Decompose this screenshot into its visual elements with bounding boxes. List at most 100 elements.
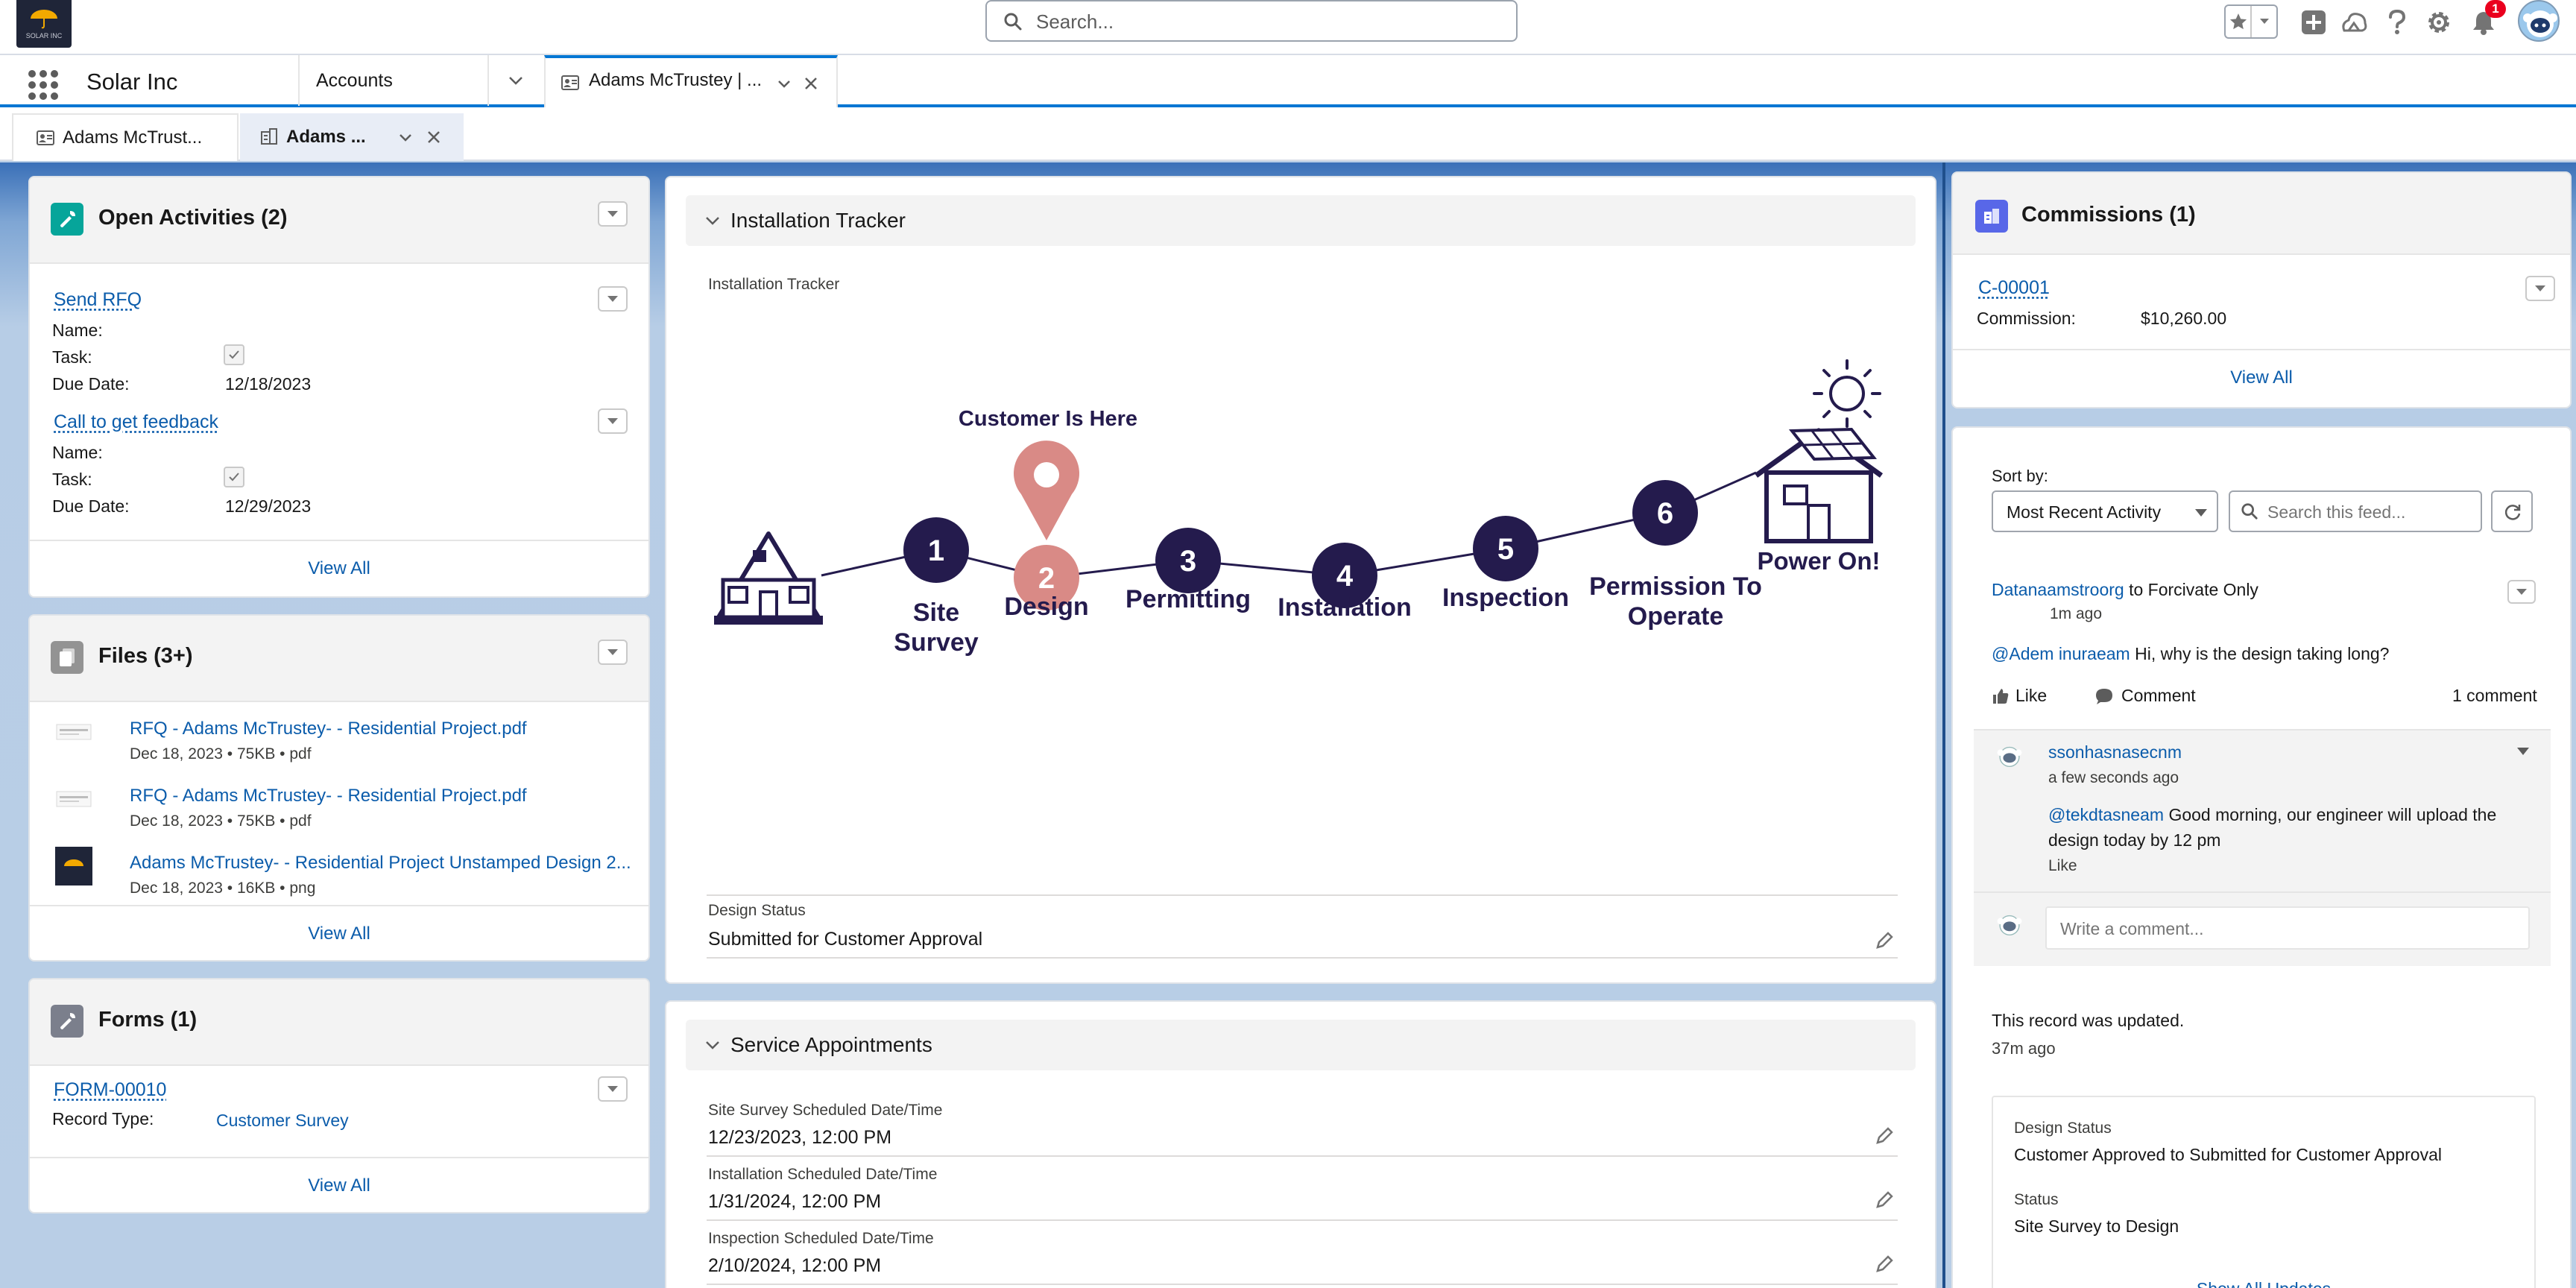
like-button[interactable]: Like [1992,686,2047,706]
comment-timestamp: a few seconds ago [2048,769,2179,786]
comment-thread: ssonhasnasecnm a few seconds ago @tekdta… [1974,729,2551,966]
comment-author-link[interactable]: ssonhasnasecnm [2048,742,2182,763]
person-account-icon [561,75,579,90]
pin-shape [1014,441,1079,540]
feed-search-input[interactable] [2267,501,2476,523]
inspection-datetime-value: 2/10/2024, 12:00 PM [708,1255,882,1276]
post-visibility: to Forcivate Only [2129,580,2258,599]
file-row[interactable]: Adams McTrustey- - Residential Project U… [31,842,647,909]
files-view-all[interactable]: View All [30,905,648,960]
design-status-value: Submitted for Customer Approval [708,929,983,950]
file-name-link[interactable]: Adams McTrustey- - Residential Project U… [130,853,631,874]
update-field-value: Site Survey to Design [2014,1216,2179,1236]
post-mention-link[interactable]: @Adem inuraeam [1992,644,2130,663]
commission-record-link[interactable]: C-00001 [1978,277,2050,299]
post-actions-dropdown[interactable] [2507,580,2536,604]
field-label: Record Type: [52,1109,154,1128]
activity-actions-dropdown[interactable] [598,408,628,434]
field-label: Task: [52,470,92,489]
sort-by-dropdown[interactable]: Most Recent Activity [1992,490,2218,532]
write-comment-box[interactable] [2045,906,2530,950]
card-actions-dropdown[interactable] [598,640,628,665]
post-author-link[interactable]: Datanaamstroorg [1992,580,2124,599]
update-field-label: Design Status [2014,1120,2112,1137]
tracker-step-6-label: Permission To [1589,572,1762,601]
field-label: Installation Scheduled Date/Time [708,1166,938,1183]
file-name-link[interactable]: RFQ - Adams McTrustey- - Residential Pro… [130,719,527,739]
tab-chevron-down-icon[interactable] [775,75,793,92]
comment-button[interactable]: Comment [2094,686,2196,706]
subtab-project[interactable]: Adams ... [240,113,464,161]
search-icon [1004,13,1022,31]
app-launcher-icon[interactable] [25,67,58,100]
trailhead-button[interactable] [2337,6,2370,39]
edit-pencil-icon[interactable] [1874,1254,1895,1275]
record-type-value[interactable]: Customer Survey [216,1111,349,1131]
installation-tracker-graphic: 1 SiteSurvey 2Design 3 Permitting 4Installati… [714,359,1884,657]
activity-link-call-feedback[interactable]: Call to get feedback [54,411,218,433]
commissions-view-all[interactable]: View All [1953,349,2570,405]
tab-close-icon[interactable] [804,76,818,91]
accounts-chevron-down-icon[interactable] [504,69,528,92]
card-title: Forms (1) [98,1008,198,1032]
help-button[interactable] [2381,6,2414,39]
file-row[interactable]: RFQ - Adams McTrustey- - Residential Pro… [31,708,647,775]
file-name-link[interactable]: RFQ - Adams McTrustey- - Residential Pro… [130,786,527,806]
setup-button[interactable] [2422,6,2455,39]
app-name: Solar Inc [86,69,178,95]
form-actions-dropdown[interactable] [598,1076,628,1102]
comment-count[interactable]: 1 comment [2452,686,2537,706]
nav-item-accounts[interactable]: Accounts [316,70,393,92]
favorites-menu-button[interactable] [2250,6,2276,37]
subtab-person-account[interactable]: Adams McTrust... [12,113,239,161]
edit-pencil-icon[interactable] [1874,930,1895,951]
current-user-avatar-icon [1997,915,2022,935]
open-activities-view-all[interactable]: View All [30,540,648,596]
comment-body: @tekdtasneam Good morning, our engineer … [2048,802,2540,853]
feed-search[interactable] [2229,490,2482,532]
refresh-feed-button[interactable] [2491,490,2533,532]
plus-icon [2302,10,2326,34]
app-navigation-bar: Solar Inc Accounts Adams McTrustey | ... [0,54,2576,109]
global-actions-button[interactable] [2297,6,2330,39]
subtab-label: Adams ... [286,127,366,147]
edit-pencil-icon[interactable] [1874,1126,1895,1146]
nav-tab-adams-mctrustey[interactable]: Adams McTrustey | ... [544,55,838,109]
favorites-control[interactable] [2224,4,2278,39]
show-all-updates-link[interactable]: Show All Updates [1993,1279,2534,1288]
global-search[interactable] [985,0,1518,42]
tracker-step-3-number: 3 [1180,545,1196,578]
file-row[interactable]: RFQ - Adams McTrustey- - Residential Pro… [31,775,647,842]
search-input[interactable] [1036,9,1498,34]
comment-caret-down-icon[interactable] [2516,747,2530,756]
tracker-step-5-number: 5 [1497,533,1514,566]
forms-view-all[interactable]: View All [30,1157,648,1212]
write-comment-input[interactable] [2060,918,2515,939]
comment-like-link[interactable]: Like [2048,857,2077,875]
edit-pencil-icon[interactable] [1874,1190,1895,1210]
subtab-chevron-down-icon[interactable] [397,128,414,146]
form-record-link[interactable]: FORM-00010 [54,1079,166,1101]
company-logo[interactable]: SOLAR INC [16,0,72,48]
tracker-step-5-label: Inspection [1442,584,1569,612]
card-actions-dropdown[interactable] [598,201,628,227]
thumbs-up-icon [1993,688,2009,704]
activity-link-send-rfq[interactable]: Send RFQ [54,289,142,311]
person-account-icon [37,130,54,145]
star-icon [2229,13,2247,30]
sort-by-label: Sort by: [1992,467,2048,485]
user-avatar[interactable] [2518,0,2560,42]
check-icon [229,350,239,359]
service-appointments-section-header[interactable]: Service Appointments [686,1020,1916,1070]
favorites-star-button[interactable] [2226,6,2250,37]
tracker-step-1-number: 1 [928,534,944,567]
subtab-close-icon[interactable] [426,130,441,145]
nav-tab-label: Adams McTrustey | ... [589,70,763,90]
activity-actions-dropdown[interactable] [598,286,628,312]
comment-mention-link[interactable]: @tekdtasneam [2048,805,2164,824]
search-icon [2241,503,2258,520]
update-field-value: Customer Approved to Submitted for Custo… [2014,1145,2443,1164]
commission-actions-dropdown[interactable] [2525,276,2555,301]
umbrella-logo-icon [31,10,57,29]
caret-down-icon [607,418,618,424]
